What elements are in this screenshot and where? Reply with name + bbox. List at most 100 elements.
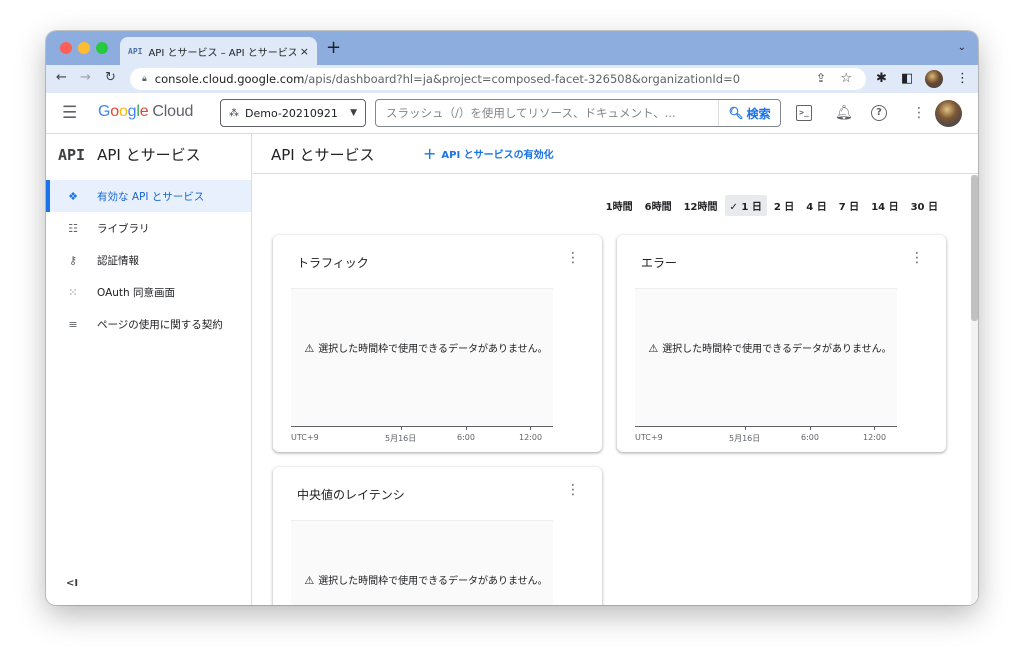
x-axis-tick bbox=[745, 426, 746, 430]
lock-icon[interactable]: 🔒︎ bbox=[142, 74, 147, 84]
x-axis-tick bbox=[810, 426, 811, 430]
google-cloud-logo[interactable]: Google Cloud bbox=[98, 103, 193, 121]
sidebar-item-label: OAuth 同意画面 bbox=[97, 286, 176, 299]
api-favicon-icon: API bbox=[128, 46, 143, 56]
bookmark-star-icon[interactable]: ☆ bbox=[840, 71, 852, 86]
notifications-bell-icon[interactable]: 🔔︎ bbox=[835, 104, 853, 122]
sidebar-item-enabled-apis[interactable]: ❖ 有効な API とサービス bbox=[46, 180, 251, 212]
sidebar-nav: ❖ 有効な API とサービス ☷ ライブラリ ⚷ 認証情報 ⁙ OAuth 同… bbox=[46, 180, 251, 340]
key-icon: ⚷ bbox=[68, 253, 78, 267]
search-button-label: 検索 bbox=[746, 106, 771, 121]
card-menu-kebab-icon[interactable]: ⋮ bbox=[566, 483, 580, 497]
range-1d[interactable]: ✓ 1 日 bbox=[724, 195, 767, 216]
main-content: API とサービス + API とサービスの有効化 1時間 6時間 12時間 ✓… bbox=[253, 134, 978, 605]
plus-icon: + bbox=[423, 143, 437, 163]
no-data-message: ⚠ 選択した時間枠で使用できるデータがありません。 bbox=[304, 574, 548, 587]
x-axis-label: 12:00 bbox=[519, 433, 543, 442]
browser-tab-active[interactable]: API API とサービス – API とサービス × bbox=[120, 37, 317, 65]
sidebar-item-label: ページの使用に関する契約 bbox=[97, 318, 223, 331]
warning-icon: ⚠ bbox=[648, 342, 659, 355]
errors-card: エラー ⋮ ⚠ 選択した時間枠で使用できるデータがありません。 UTC+9 5月1… bbox=[617, 235, 946, 452]
browser-menu-kebab-icon[interactable]: ⋮ bbox=[956, 71, 969, 87]
x-axis-label: UTC+9 bbox=[635, 433, 663, 442]
help-icon[interactable]: ? bbox=[871, 105, 887, 121]
sidebar-item-oauth-consent[interactable]: ⁙ OAuth 同意画面 bbox=[46, 276, 251, 308]
tab-search-chevron-icon[interactable]: ⌄ bbox=[958, 42, 966, 53]
search-input[interactable] bbox=[376, 100, 718, 126]
no-data-message: ⚠ 選択した時間枠で使用できるデータがありません。 bbox=[304, 342, 548, 355]
sidebar-item-credentials[interactable]: ⚷ 認証情報 bbox=[46, 244, 251, 276]
scrollbar-thumb[interactable] bbox=[971, 175, 978, 321]
minimize-window-button[interactable] bbox=[78, 42, 90, 54]
user-avatar[interactable] bbox=[935, 100, 962, 127]
url-host: console.cloud.google.com bbox=[154, 72, 305, 86]
sidebar-item-label: ライブラリ bbox=[97, 222, 150, 235]
console-header: ☰ GoogleCloud ⁂ Demo-20210921 ▼ 🔍︎ 検索 >_… bbox=[46, 93, 978, 134]
forward-arrow-icon[interactable]: → bbox=[80, 70, 91, 86]
x-axis-tick bbox=[530, 426, 531, 430]
side-panel-icon[interactable]: ◧ bbox=[901, 71, 913, 87]
sidebar-header: API API とサービス bbox=[58, 144, 201, 165]
diamond-nodes-icon: ❖ bbox=[68, 189, 78, 203]
range-12h[interactable]: 12時間 bbox=[679, 195, 723, 216]
x-axis-tick bbox=[401, 426, 402, 430]
enable-apis-button[interactable]: + API とサービスの有効化 bbox=[423, 143, 554, 163]
range-2d[interactable]: 2 日 bbox=[769, 195, 799, 216]
vertical-scrollbar[interactable] bbox=[971, 175, 978, 605]
project-picker[interactable]: ⁂ Demo-20210921 ▼ bbox=[220, 99, 366, 127]
page-title: API とサービス bbox=[271, 146, 375, 164]
settings-kebab-icon[interactable]: ⋮ bbox=[912, 104, 926, 122]
card-menu-kebab-icon[interactable]: ⋮ bbox=[910, 251, 924, 265]
range-14d[interactable]: 14 日 bbox=[866, 195, 903, 216]
hamburger-menu-icon[interactable]: ☰ bbox=[62, 103, 77, 123]
range-6h[interactable]: 6時間 bbox=[640, 195, 677, 216]
back-arrow-icon[interactable]: ← bbox=[56, 70, 67, 86]
warning-icon: ⚠ bbox=[304, 574, 315, 587]
close-window-button[interactable] bbox=[60, 42, 72, 54]
close-tab-icon[interactable]: × bbox=[300, 45, 309, 58]
x-axis-label: 6:00 bbox=[801, 433, 819, 442]
card-menu-kebab-icon[interactable]: ⋮ bbox=[566, 251, 580, 265]
oauth-consent-icon: ⁙ bbox=[68, 285, 78, 299]
reload-icon[interactable]: ↻ bbox=[105, 70, 116, 86]
x-axis-label: 5月16日 bbox=[729, 434, 761, 443]
no-data-message: ⚠ 選択した時間枠で使用できるデータがありません。 bbox=[648, 342, 892, 355]
x-axis-label: UTC+9 bbox=[291, 433, 319, 442]
collapse-sidebar-button[interactable]: <I bbox=[66, 578, 78, 589]
card-title: トラフィック bbox=[297, 256, 369, 270]
project-nodes-icon: ⁂ bbox=[229, 107, 239, 119]
range-30d[interactable]: 30 日 bbox=[906, 195, 943, 216]
range-1h[interactable]: 1時間 bbox=[601, 195, 638, 216]
enable-apis-label: API とサービスの有効化 bbox=[441, 150, 554, 161]
page-usage-icon: ≡ bbox=[68, 317, 78, 331]
dashboard-content: 1時間 6時間 12時間 ✓ 1 日 2 日 4 日 7 日 14 日 30 日… bbox=[253, 175, 971, 605]
new-tab-button[interactable]: + bbox=[326, 39, 341, 57]
range-4d[interactable]: 4 日 bbox=[801, 195, 831, 216]
search-icon: 🔍︎ bbox=[728, 106, 744, 120]
library-icon: ☷ bbox=[68, 221, 78, 235]
extensions-puzzle-icon[interactable]: ✱ bbox=[876, 71, 887, 87]
sidebar-item-library[interactable]: ☷ ライブラリ bbox=[46, 212, 251, 244]
url-path: /apis/dashboard?hl=ja&project=composed-f… bbox=[304, 72, 741, 86]
card-title: 中央値のレイテンシ bbox=[297, 488, 405, 502]
sidebar-item-label: 認証情報 bbox=[97, 254, 139, 267]
sidebar-item-page-usage[interactable]: ≡ ページの使用に関する契約 bbox=[46, 308, 251, 340]
search-box: 🔍︎ 検索 bbox=[375, 99, 781, 127]
zoom-window-button[interactable] bbox=[96, 42, 108, 54]
address-bar[interactable]: 🔒︎ console.cloud.google.com /apis/dashbo… bbox=[130, 68, 866, 90]
cloud-shell-icon[interactable]: >_ bbox=[796, 105, 812, 121]
chart-area: ⚠ 選択した時間枠で使用できるデータがありません。 bbox=[291, 288, 553, 426]
x-axis-tick bbox=[466, 426, 467, 430]
card-title: エラー bbox=[641, 256, 678, 270]
x-axis-label: 12:00 bbox=[863, 433, 887, 442]
x-axis-label: 5月16日 bbox=[385, 434, 417, 443]
sidebar-item-label: 有効な API とサービス bbox=[97, 190, 205, 203]
search-button[interactable]: 🔍︎ 検索 bbox=[718, 100, 780, 126]
browser-profile-avatar[interactable] bbox=[925, 70, 943, 88]
chart-area: ⚠ 選択した時間枠で使用できるデータがありません。 bbox=[291, 520, 553, 605]
sidebar: API API とサービス ❖ 有効な API とサービス ☷ ライブラリ ⚷ … bbox=[46, 134, 252, 605]
warning-icon: ⚠ bbox=[304, 342, 315, 355]
share-icon[interactable]: ⇪ bbox=[816, 71, 826, 85]
range-7d[interactable]: 7 日 bbox=[834, 195, 864, 216]
browser-window: API API とサービス – API とサービス × + ⌄ ← → ↻ 🔒︎… bbox=[46, 31, 978, 605]
